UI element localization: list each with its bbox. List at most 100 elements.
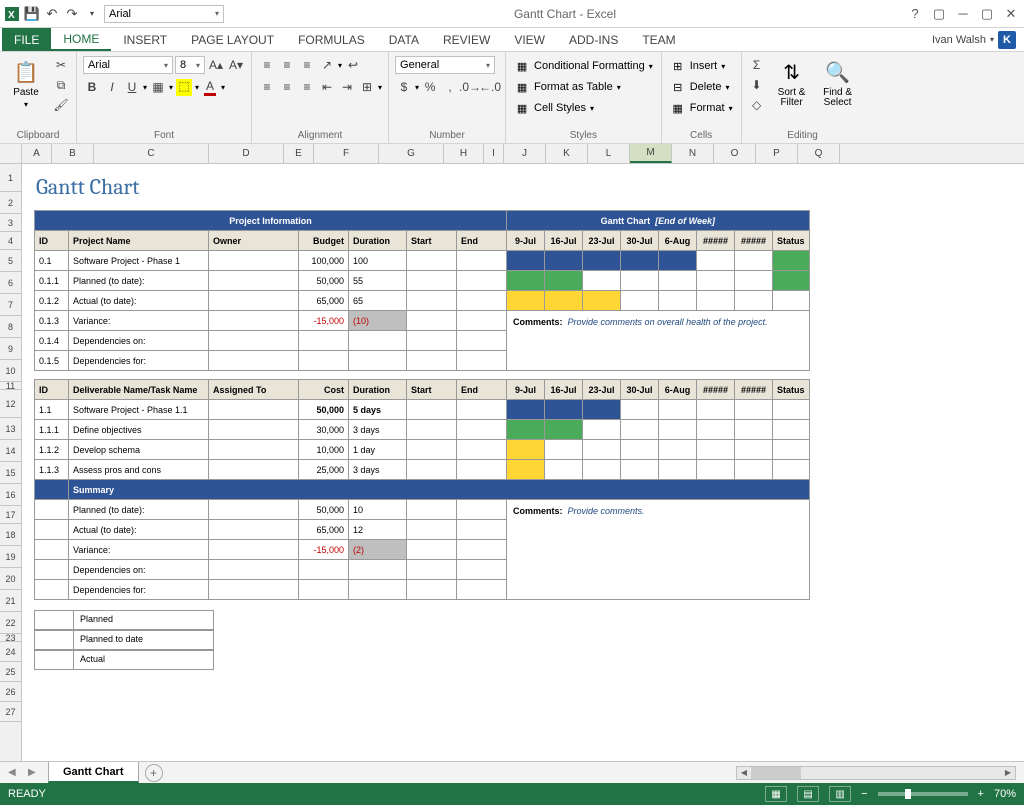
copy-icon[interactable]: ⧉: [52, 76, 70, 94]
col-header-D[interactable]: D: [209, 144, 284, 163]
normal-view-icon[interactable]: ▦: [765, 786, 787, 802]
cell-end[interactable]: [457, 351, 507, 371]
qat-font-selector[interactable]: Arial▾: [104, 5, 224, 23]
cell-budget[interactable]: -15,000: [299, 540, 349, 560]
page-break-view-icon[interactable]: ▥: [829, 786, 851, 802]
col-owner[interactable]: Assigned To: [209, 380, 299, 400]
close-icon[interactable]: ✕: [1002, 6, 1020, 22]
tab-file[interactable]: FILE: [2, 28, 51, 51]
tab-nav-next-icon[interactable]: ▶: [28, 767, 42, 778]
gantt-cell[interactable]: [735, 440, 773, 460]
row-header-16[interactable]: 16: [0, 484, 21, 506]
col-end[interactable]: End: [457, 380, 507, 400]
cell-owner[interactable]: [209, 460, 299, 480]
cell-end[interactable]: [457, 291, 507, 311]
cell-name[interactable]: Develop schema: [69, 440, 209, 460]
col-week[interactable]: 23-Jul: [583, 231, 621, 251]
cell-duration[interactable]: [349, 560, 407, 580]
cell-duration[interactable]: (2): [349, 540, 407, 560]
cell-budget[interactable]: 30,000: [299, 420, 349, 440]
col-header-G[interactable]: G: [379, 144, 444, 163]
undo-icon[interactable]: ↶: [44, 6, 60, 22]
cell-budget[interactable]: [299, 580, 349, 600]
row-header-26[interactable]: 26: [0, 682, 21, 702]
row-header-7[interactable]: 7: [0, 294, 21, 316]
format-painter-icon[interactable]: 🖌: [52, 96, 70, 114]
gantt-cell[interactable]: [659, 440, 697, 460]
cell-owner[interactable]: [209, 251, 299, 271]
row-header-22[interactable]: 22: [0, 612, 21, 634]
col-header-F[interactable]: F: [314, 144, 379, 163]
align-bottom-icon[interactable]: ≡: [298, 56, 316, 74]
cell-id[interactable]: 1.1.3: [35, 460, 69, 480]
cell-budget[interactable]: -15,000: [299, 311, 349, 331]
cell-start[interactable]: [407, 420, 457, 440]
col-owner[interactable]: Owner: [209, 231, 299, 251]
gantt-cell[interactable]: [545, 420, 583, 440]
conditional-formatting-button[interactable]: ▦Conditional Formatting▾: [512, 56, 655, 76]
cell-owner[interactable]: [209, 311, 299, 331]
cell-end[interactable]: [457, 420, 507, 440]
wrap-text-icon[interactable]: ↩: [344, 56, 362, 74]
tab-nav-prev-icon[interactable]: ◀: [8, 767, 22, 778]
cell-start[interactable]: [407, 540, 457, 560]
row-header-19[interactable]: 19: [0, 546, 21, 568]
save-icon[interactable]: 💾: [24, 6, 40, 22]
cell-id[interactable]: 0.1.2: [35, 291, 69, 311]
gantt-cell[interactable]: [545, 460, 583, 480]
font-color-icon[interactable]: A: [201, 78, 219, 96]
cell-end[interactable]: [457, 520, 507, 540]
col-start[interactable]: Start: [407, 231, 457, 251]
cell-start[interactable]: [407, 351, 457, 371]
cell-start[interactable]: [407, 460, 457, 480]
col-week[interactable]: 6-Aug: [659, 231, 697, 251]
gantt-cell[interactable]: [697, 460, 735, 480]
cell-duration[interactable]: 1 day: [349, 440, 407, 460]
col-week[interactable]: #####: [697, 380, 735, 400]
row-header-20[interactable]: 20: [0, 568, 21, 590]
row-header-1[interactable]: 1: [0, 164, 21, 192]
cell-budget[interactable]: 50,000: [299, 400, 349, 420]
format-as-table-button[interactable]: ▦Format as Table▾: [512, 77, 623, 97]
tab-review[interactable]: REVIEW: [431, 28, 502, 51]
align-middle-icon[interactable]: ≡: [278, 56, 296, 74]
row-header-5[interactable]: 5: [0, 250, 21, 272]
gantt-cell[interactable]: [659, 460, 697, 480]
cell-start[interactable]: [407, 560, 457, 580]
col-end[interactable]: End: [457, 231, 507, 251]
cell-start[interactable]: [407, 251, 457, 271]
tab-addins[interactable]: ADD-INS: [557, 28, 630, 51]
bold-button[interactable]: B: [83, 78, 101, 96]
gantt-cell[interactable]: [583, 291, 621, 311]
col-header-E[interactable]: E: [284, 144, 314, 163]
row-header-11[interactable]: 11: [0, 382, 21, 390]
cell-id[interactable]: 0.1: [35, 251, 69, 271]
zoom-out-icon[interactable]: −: [861, 788, 867, 800]
cell-budget[interactable]: 10,000: [299, 440, 349, 460]
col-header-K[interactable]: K: [546, 144, 588, 163]
status-cell[interactable]: [773, 291, 810, 311]
col-status[interactable]: Status: [773, 231, 810, 251]
sheet-tab-gantt[interactable]: Gantt Chart: [48, 762, 139, 783]
cell-name[interactable]: Software Project - Phase 1.1: [69, 400, 209, 420]
cell-duration[interactable]: 55: [349, 271, 407, 291]
tab-page-layout[interactable]: PAGE LAYOUT: [179, 28, 286, 51]
add-sheet-button[interactable]: +: [145, 764, 163, 782]
col-header-P[interactable]: P: [756, 144, 798, 163]
gantt-cell[interactable]: [583, 400, 621, 420]
zoom-in-icon[interactable]: +: [978, 788, 984, 800]
cell-owner[interactable]: [209, 560, 299, 580]
cell-id[interactable]: 1.1.2: [35, 440, 69, 460]
cell-start[interactable]: [407, 580, 457, 600]
cell-duration[interactable]: 12: [349, 520, 407, 540]
cell-end[interactable]: [457, 331, 507, 351]
row-header-9[interactable]: 9: [0, 338, 21, 360]
cell-start[interactable]: [407, 500, 457, 520]
cell-duration[interactable]: (10): [349, 311, 407, 331]
gantt-cell[interactable]: [507, 271, 545, 291]
cell-owner[interactable]: [209, 580, 299, 600]
row-header-18[interactable]: 18: [0, 524, 21, 546]
cell-start[interactable]: [407, 400, 457, 420]
gantt-cell[interactable]: [659, 251, 697, 271]
col-week[interactable]: 9-Jul: [507, 380, 545, 400]
